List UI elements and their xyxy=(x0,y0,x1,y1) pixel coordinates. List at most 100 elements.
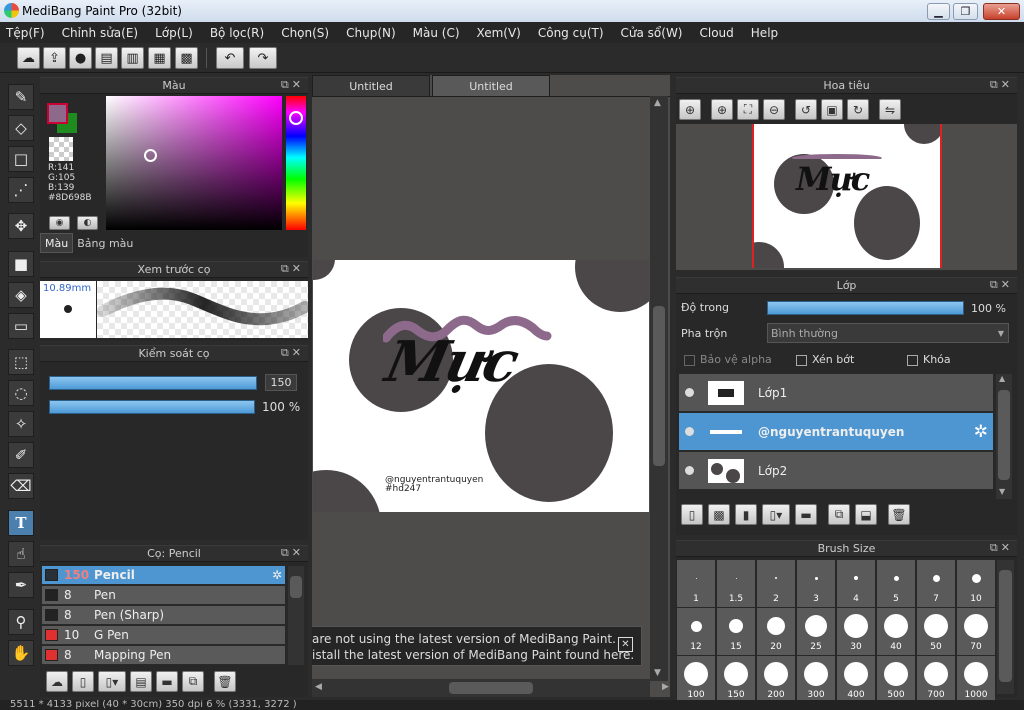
lasso-icon[interactable]: ◌ xyxy=(8,380,34,406)
tab-palette[interactable]: Bảng màu xyxy=(73,233,137,253)
brush-size-cell[interactable]: 700 xyxy=(917,656,955,703)
add-layer-dropdown-icon[interactable]: ▯▾ xyxy=(762,504,790,525)
brush-properties-icon[interactable]: ▤ xyxy=(130,671,152,692)
brush-size-cell[interactable]: 100 xyxy=(677,656,715,703)
undo-icon[interactable]: ↶ xyxy=(216,47,244,69)
brush-size-cell[interactable]: 400 xyxy=(837,656,875,703)
rectangle-icon[interactable]: □ xyxy=(8,146,34,172)
magic-wand-icon[interactable]: ✧ xyxy=(8,411,34,437)
brush-item-mapping-pen[interactable]: 8 Mapping Pen xyxy=(42,646,285,665)
eyedropper-icon[interactable]: ⚲ xyxy=(8,609,34,635)
canvas-vertical-scrollbar[interactable]: ▲ ▼ xyxy=(650,96,668,681)
menu-edit[interactable]: Chỉnh sửa(E) xyxy=(62,26,139,40)
brush-size-cell[interactable]: 1 xyxy=(677,560,715,607)
bucket-icon[interactable]: ◈ xyxy=(8,282,34,308)
palette-add-icon[interactable]: ◉ xyxy=(49,216,70,230)
actual-size-icon[interactable]: ▣ xyxy=(821,99,843,120)
duplicate-brush-icon[interactable]: ⧉ xyxy=(182,671,204,692)
document-canvas[interactable]: Mực @nguyentrantuquyen #hd247 xyxy=(313,260,649,512)
layer-row[interactable]: Lớp1 xyxy=(679,374,993,412)
brush-size-slider[interactable] xyxy=(49,376,257,390)
move-icon[interactable]: ✥ xyxy=(8,213,34,239)
menu-window[interactable]: Cửa sổ(W) xyxy=(621,26,683,40)
layer-settings-icon[interactable]: ✲ xyxy=(974,422,988,442)
panel-controls[interactable]: ⧉✕ xyxy=(990,78,1013,92)
brush-size-cell[interactable]: 30 xyxy=(837,608,875,655)
layer-list-scrollbar[interactable]: ▲ ▼ xyxy=(996,374,1012,499)
minimize-button[interactable]: ▁ xyxy=(927,3,950,20)
brush-item-pen[interactable]: 8 Pen xyxy=(42,586,285,605)
new-layer-icon[interactable]: ▯ xyxy=(681,504,703,525)
panel-controls[interactable]: ⧉✕ xyxy=(281,546,304,560)
blend-mode-select[interactable]: Bình thường ▼ xyxy=(767,323,1009,343)
brush-item-pen-sharp[interactable]: 8 Pen (Sharp) xyxy=(42,606,285,625)
menu-select[interactable]: Chọn(S) xyxy=(281,26,329,40)
gradient-icon[interactable]: ▭ xyxy=(8,313,34,339)
brush-size-cell[interactable]: 7 xyxy=(917,560,955,607)
brush-size-cell[interactable]: 3 xyxy=(797,560,835,607)
menu-view[interactable]: Xem(V) xyxy=(477,26,521,40)
lock-checkbox[interactable]: Khóa xyxy=(907,353,951,366)
visibility-icon[interactable] xyxy=(685,388,694,397)
flip-icon[interactable]: ⇋ xyxy=(879,99,901,120)
layer-opacity-slider[interactable] xyxy=(767,301,964,315)
brush-size-cell[interactable]: 500 xyxy=(877,656,915,703)
brush-size-cell[interactable]: 40 xyxy=(877,608,915,655)
comment-icon[interactable]: ● xyxy=(69,47,92,69)
new-1bit-layer-icon[interactable]: ▮ xyxy=(735,504,757,525)
brush-size-scrollbar[interactable] xyxy=(997,560,1014,694)
brush-list-scrollbar[interactable] xyxy=(288,566,304,665)
fill-rect-icon[interactable]: ■ xyxy=(8,251,34,277)
tab-color[interactable]: Màu xyxy=(40,233,74,253)
transparent-swatch[interactable] xyxy=(49,137,73,161)
duplicate-layer-icon[interactable]: ⧉ xyxy=(828,504,850,525)
brush-size-cell[interactable]: 4 xyxy=(837,560,875,607)
scroll-up-icon[interactable]: ▲ xyxy=(999,374,1005,383)
clipping-checkbox[interactable]: Xén bớt xyxy=(796,353,854,366)
brush-size-cell[interactable]: 300 xyxy=(797,656,835,703)
palette-pick-icon[interactable]: ◐ xyxy=(77,216,98,230)
menu-help[interactable]: Help xyxy=(751,26,778,40)
zoom-in-icon[interactable]: ⊕ xyxy=(711,99,733,120)
menu-file[interactable]: Tệp(F) xyxy=(6,26,45,40)
layer-row-selected[interactable]: @nguyentrantuquyen ✲ xyxy=(679,413,993,451)
message-icon[interactable]: ▤ xyxy=(95,47,118,69)
layer-folder-icon[interactable]: ▬ xyxy=(795,504,817,525)
brush-size-cell[interactable]: 10 xyxy=(957,560,995,607)
canvas-horizontal-scrollbar[interactable]: ◀ ▶ xyxy=(312,679,669,697)
brush-item-pencil[interactable]: 150 Pencil ✲ xyxy=(42,566,285,585)
scroll-down-icon[interactable]: ▼ xyxy=(999,487,1005,496)
menu-filter[interactable]: Bộ lọc(R) xyxy=(210,26,264,40)
hand-icon[interactable]: ✋ xyxy=(8,640,34,666)
new-brush-icon[interactable]: ▯ xyxy=(72,671,94,692)
brush-size-cell[interactable]: 2 xyxy=(757,560,795,607)
menu-snap[interactable]: Chụp(N) xyxy=(346,26,396,40)
visibility-icon[interactable] xyxy=(685,466,694,475)
navigator-preview[interactable]: Mực xyxy=(676,124,1017,270)
scroll-thumb[interactable] xyxy=(999,570,1012,682)
brush-size-cell[interactable]: 200 xyxy=(757,656,795,703)
share-icon[interactable]: ⇪ xyxy=(43,47,66,69)
brush-opacity-slider[interactable] xyxy=(49,400,255,414)
brush-size-cell[interactable]: 5 xyxy=(877,560,915,607)
brush-cloud-icon[interactable]: ☁ xyxy=(46,671,68,692)
close-notification-button[interactable]: ✕ xyxy=(618,637,633,652)
new-halftone-layer-icon[interactable]: ▩ xyxy=(708,504,730,525)
add-brush-dropdown-icon[interactable]: ▯▾ xyxy=(98,671,126,692)
update-notification[interactable]: are not using the latest version of Medi… xyxy=(312,626,642,666)
menu-cloud[interactable]: Cloud xyxy=(700,26,734,40)
eraser-icon[interactable]: ◇ xyxy=(8,115,34,141)
delete-layer-icon[interactable]: 🗑 xyxy=(888,504,910,525)
menu-tools[interactable]: Công cụ(T) xyxy=(538,26,604,40)
cloud-icon[interactable]: ☁ xyxy=(17,47,40,69)
pen-icon[interactable]: ✒ xyxy=(8,572,34,598)
delete-brush-icon[interactable]: 🗑 xyxy=(214,671,236,692)
scroll-thumb[interactable] xyxy=(290,576,302,598)
document-icon[interactable]: ▥ xyxy=(121,47,144,69)
tab-document-1[interactable]: Untitled xyxy=(312,75,430,96)
protect-alpha-checkbox[interactable]: Bảo vệ alpha xyxy=(684,353,772,366)
menu-color[interactable]: Màu (C) xyxy=(413,26,460,40)
maximize-button[interactable]: ❐ xyxy=(953,3,978,20)
scroll-up-icon[interactable]: ▲ xyxy=(654,98,661,108)
select-eraser-icon[interactable]: ⌫ xyxy=(8,473,34,499)
